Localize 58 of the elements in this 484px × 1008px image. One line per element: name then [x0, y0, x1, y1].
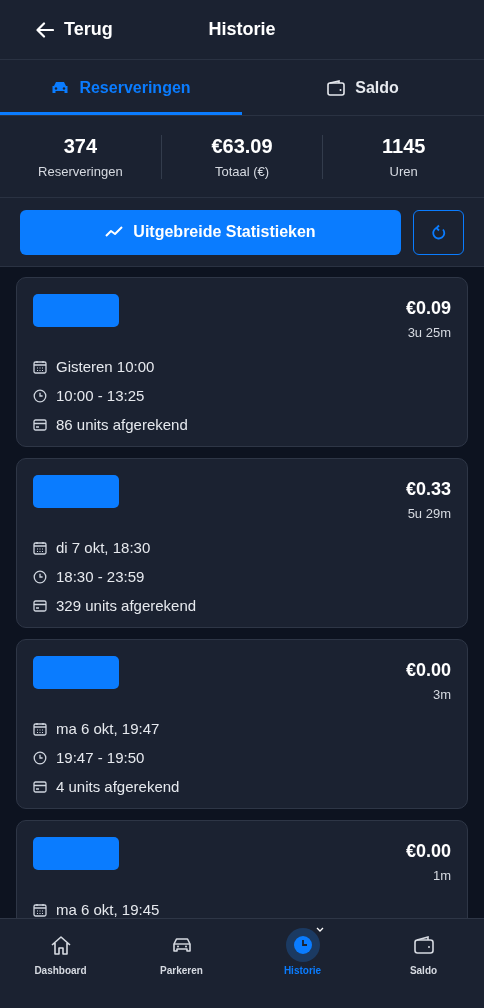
amount: €0.00: [405, 841, 451, 862]
units-text: 86 units afgerekend: [56, 416, 188, 433]
calendar-icon: [33, 902, 47, 917]
reservation-card[interactable]: €0.33 5u 29m di 7 okt, 18:30 18:30 - 23:59 329 units afgerekend: [16, 458, 468, 628]
card-icon: [33, 780, 47, 793]
duration: 3u 25m: [407, 325, 451, 340]
time-range: 18:30 - 23:59: [56, 568, 145, 585]
statistics-button[interactable]: Uitgebreide Statistieken: [20, 209, 401, 255]
date-text: ma 6 okt, 19:45: [56, 901, 160, 918]
amount: €0.33: [405, 479, 451, 500]
card-icon: [33, 599, 47, 612]
chevron-icon: [315, 927, 324, 932]
calendar-icon: [33, 540, 47, 555]
clock-icon: [33, 569, 47, 584]
amount: €0.09: [405, 298, 451, 319]
stat-label: Totaal (€): [214, 163, 270, 179]
duration: 5u 29m: [407, 506, 451, 521]
time-range: 19:47 - 19:50: [56, 749, 145, 766]
reservation-card[interactable]: €0.09 3u 25m Gisteren 10:00 10:00 - 13:25 86 units afgerekend: [16, 277, 468, 447]
calendar-icon: [33, 721, 47, 736]
stat-value: 1145: [382, 134, 426, 158]
card-icon: [33, 418, 47, 431]
amount: €0.00: [405, 660, 451, 681]
tab[interactable]: Reserveringen: [0, 60, 242, 115]
time-range: 10:00 - 13:25: [56, 387, 145, 404]
back-arrow-icon: [36, 21, 54, 38]
page-title: Historie: [208, 19, 276, 40]
stat-value: €63.09: [211, 134, 273, 158]
date-text: Gisteren 10:00: [56, 358, 155, 375]
refresh-icon: [431, 224, 446, 240]
trend-line-icon: [105, 226, 124, 238]
units-text: 329 units afgerekend: [56, 597, 197, 614]
stat-label: Uren: [389, 163, 418, 179]
date-text: di 7 okt, 18:30: [56, 539, 151, 556]
nav-item[interactable]: Parkeren: [121, 933, 242, 976]
reservation-card[interactable]: €0.00 1m ma 6 okt, 19:45: [16, 820, 468, 918]
wallet-icon: [327, 79, 346, 96]
stat-value: 374: [63, 134, 97, 158]
clock-icon: [33, 750, 47, 765]
clock-icon: [33, 388, 47, 403]
tab[interactable]: Saldo: [242, 60, 484, 115]
reservation-card[interactable]: €0.00 3m ma 6 okt, 19:47 19:47 - 19:50 4 units afgerekend: [16, 639, 468, 809]
back-button[interactable]: Terug: [36, 19, 113, 40]
refresh-button[interactable]: [413, 209, 464, 255]
wallet-icon: [413, 936, 434, 954]
home-icon: [49, 935, 72, 955]
duration: 1m: [432, 868, 451, 883]
nav-item[interactable]: Historie: [242, 933, 363, 976]
nav-item[interactable]: Saldo: [363, 933, 484, 976]
car-icon: [51, 79, 70, 96]
date-text: ma 6 okt, 19:47: [56, 720, 160, 737]
units-text: 4 units afgerekend: [56, 778, 180, 795]
duration: 3m: [432, 687, 451, 702]
clock-icon: [285, 928, 320, 962]
stat-label: Reserveringen: [38, 163, 123, 179]
calendar-icon: [33, 359, 47, 374]
nav-item[interactable]: Dashboard: [0, 933, 121, 976]
car-icon: [171, 937, 192, 953]
